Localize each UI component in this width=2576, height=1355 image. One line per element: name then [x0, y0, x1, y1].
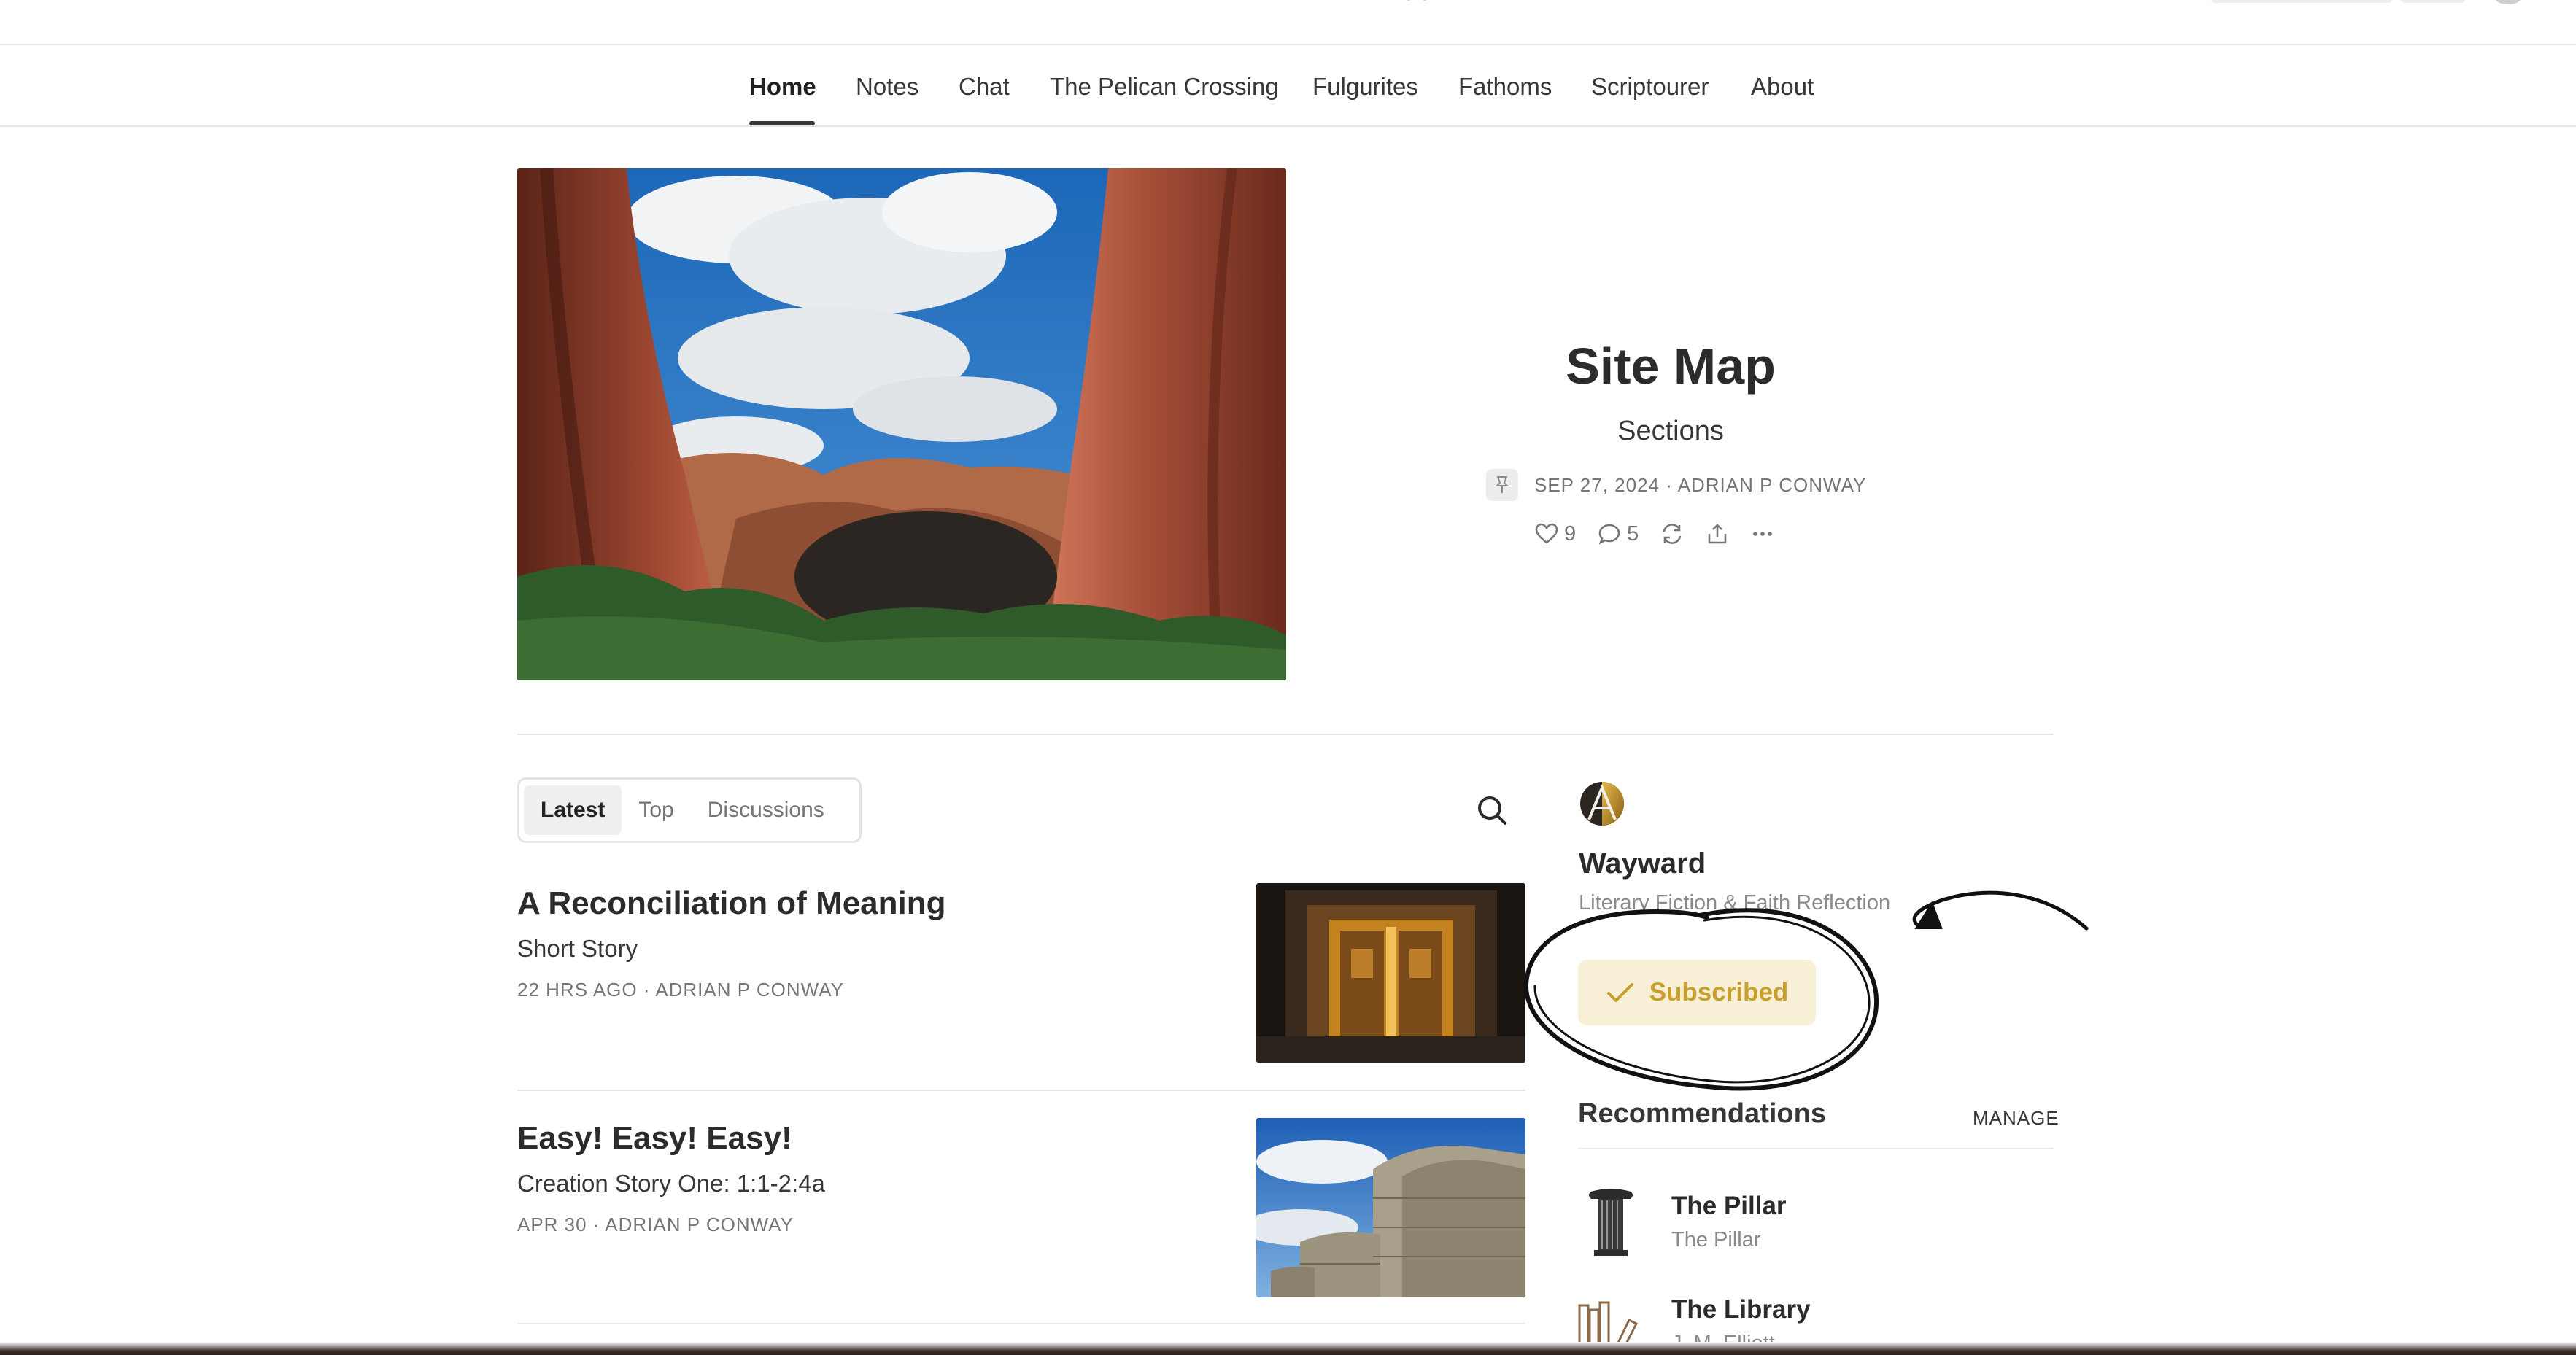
post-item[interactable]: Easy! Easy! Easy! Creation Story One: 1:…: [517, 1118, 1525, 1310]
post-thumbnail[interactable]: [1256, 883, 1525, 1063]
window-bottom-edge: [0, 1342, 2576, 1355]
share-icon: [1708, 524, 1727, 544]
heart-icon: [1535, 523, 1558, 544]
nav-the-pelican-crossing[interactable]: The Pelican Crossing: [1050, 73, 1279, 101]
check-icon: [1606, 983, 1633, 1002]
tab-latest[interactable]: Latest: [524, 785, 622, 835]
pillar-icon: [1589, 1189, 1633, 1256]
restack-button[interactable]: [1660, 523, 1684, 545]
post-title[interactable]: Site Map: [1306, 337, 2035, 395]
section-divider: [517, 734, 2054, 735]
publication-logo-icon[interactable]: [1579, 780, 1625, 827]
post-actions: 9 5: [1535, 518, 1774, 550]
recommendations-divider: [1578, 1148, 2054, 1149]
like-count: 9: [1564, 521, 1577, 546]
like-button[interactable]: 9: [1535, 522, 1576, 546]
post-subtitle: Sections: [1617, 416, 1724, 446]
nav-notes[interactable]: Notes: [856, 73, 918, 101]
post-item-subtitle: Creation Story One: 1:1-2:4a: [517, 1170, 825, 1197]
search-button[interactable]: [1472, 791, 1512, 830]
post-item-subtitle: Short Story: [517, 935, 638, 962]
hero-image[interactable]: [517, 168, 1286, 680]
post-item[interactable]: A Reconciliation of Meaning Short Story …: [517, 883, 1525, 1075]
recommendations-heading: Recommendations: [1578, 1098, 1826, 1129]
nav-fathoms[interactable]: Fathoms: [1458, 73, 1552, 101]
comment-icon: [1598, 524, 1620, 545]
recommendation-name[interactable]: The Pillar: [1671, 1192, 1787, 1221]
recommendation-item[interactable]: The Pillar The Pillar: [1578, 1187, 2054, 1267]
subscribed-label: Subscribed: [1649, 978, 1789, 1006]
nav-scriptourer[interactable]: Scriptourer: [1591, 73, 1709, 101]
top-button-secondary[interactable]: [2400, 0, 2466, 3]
comment-count: 5: [1627, 521, 1639, 546]
publication-name[interactable]: Wayward: [1579, 847, 1706, 880]
share-button[interactable]: [1706, 523, 1729, 545]
tab-discussions[interactable]: Discussions: [691, 785, 841, 835]
search-icon: [1478, 796, 1506, 825]
more-icon: [1753, 532, 1773, 536]
top-bar: [0, 0, 2576, 45]
post-thumbnail[interactable]: [1256, 1118, 1525, 1297]
section-nav: Home Notes Chat The Pelican Crossing Ful…: [0, 45, 2576, 127]
comment-button[interactable]: 5: [1598, 522, 1639, 546]
nav-about[interactable]: About: [1751, 73, 1814, 101]
nav-fulgurites[interactable]: Fulgurites: [1312, 73, 1418, 101]
post-item-meta: APR 30 · ADRIAN P CONWAY: [517, 1214, 794, 1235]
post-item-meta: 22 HRS AGO · ADRIAN P CONWAY: [517, 979, 844, 1001]
manage-recommendations-link[interactable]: MANAGE: [1973, 1107, 2059, 1130]
more-button[interactable]: [1751, 523, 1774, 545]
post-date-author: SEP 27, 2024 · ADRIAN P CONWAY: [1534, 473, 1867, 496]
pin-icon: [1486, 469, 1518, 501]
avatar[interactable]: [2495, 0, 2521, 4]
post-divider: [517, 1090, 1525, 1091]
post-divider: [517, 1323, 1525, 1324]
post-sort-tabs: Latest Top Discussions: [517, 777, 862, 843]
top-button[interactable]: [2211, 0, 2393, 3]
post-item-title[interactable]: Easy! Easy! Easy!: [517, 1120, 792, 1157]
tab-top[interactable]: Top: [622, 785, 690, 835]
recommendation-name[interactable]: The Library: [1671, 1295, 1811, 1324]
nav-chat[interactable]: Chat: [959, 73, 1010, 101]
logo-icon[interactable]: [1401, 0, 1444, 4]
nav-home[interactable]: Home: [749, 73, 816, 101]
post-meta: SEP 27, 2024 · ADRIAN P CONWAY: [1486, 467, 1866, 503]
post-item-title[interactable]: A Reconciliation of Meaning: [517, 885, 946, 922]
subscribed-button[interactable]: Subscribed: [1578, 960, 1816, 1025]
active-tab-indicator: [749, 121, 815, 125]
restack-icon: [1663, 524, 1682, 544]
publication-tagline: Literary Fiction & Faith Reflection: [1579, 891, 1891, 915]
recommendation-author: The Pillar: [1671, 1228, 1761, 1251]
